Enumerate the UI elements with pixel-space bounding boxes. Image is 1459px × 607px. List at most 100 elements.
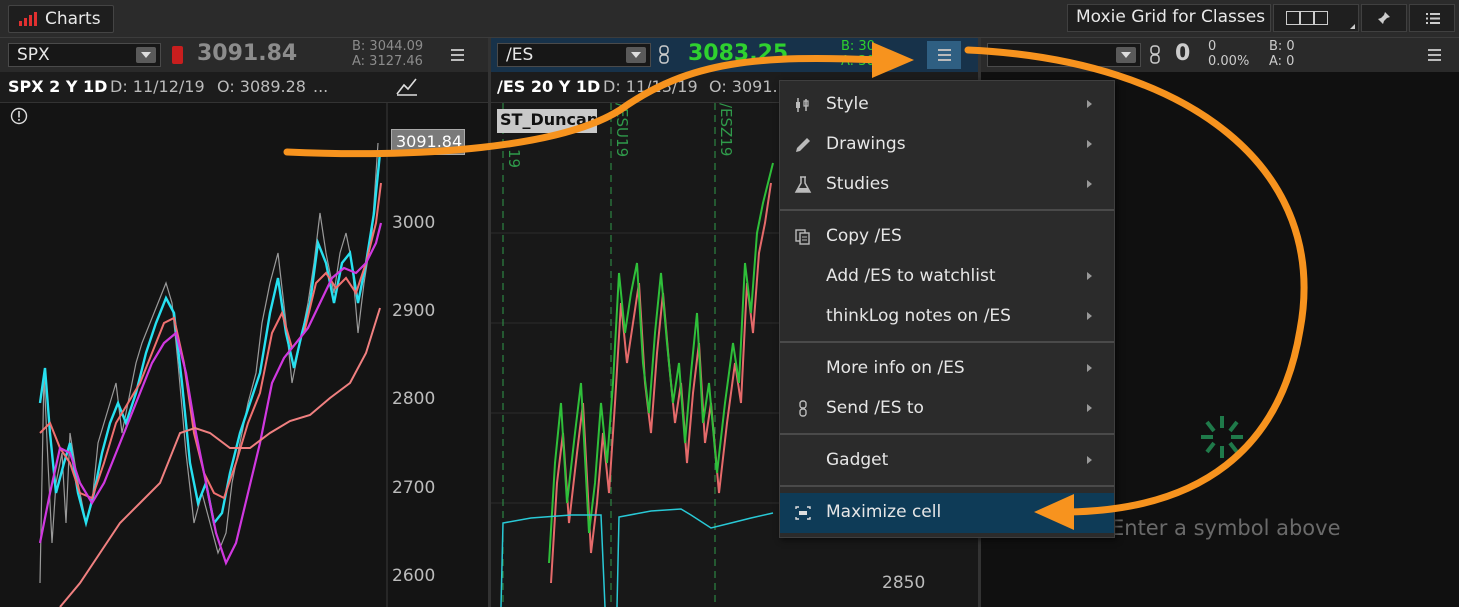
chevron-right-icon [1087,140,1092,148]
menu-list-icon [1426,13,1440,24]
charts-tab[interactable]: Charts [8,5,114,33]
cell3-last-price: 0 [1175,41,1191,66]
y-tick: 2850 [882,573,926,593]
cell3-bid: B: 0 [1269,39,1295,54]
flask-icon [794,176,812,193]
cell2-bid: B: 30 [841,39,875,54]
cell1-menu-button[interactable] [440,41,474,69]
cell1-last-price: 3091.84 [197,41,298,66]
menu-item-copy[interactable]: Copy /ES [780,217,1114,257]
cell1-bid: B: 3044.09 [352,39,424,54]
cell1-price-plot [38,103,388,607]
cell1-chart[interactable]: 3091.84 3000 2900 2800 2700 2600 [0,103,488,607]
menu-item-style[interactable]: Style [780,85,1114,125]
cell-context-menu: Style Drawings Studies Copy /ES Add /ES … [779,80,1115,538]
menu-item-maximize-cell[interactable]: Maximize cell [780,493,1114,533]
cell2-chart-title: /ES 20 Y 1D [497,77,601,96]
link-icon[interactable] [172,46,183,64]
menu-item-add-to-watchlist[interactable]: Add /ES to watchlist [780,257,1114,297]
chevron-right-icon [1087,272,1092,280]
y-tick: 2800 [392,389,436,409]
menu-item-label: Send /ES to [826,398,924,418]
chevron-down-icon[interactable] [626,47,646,63]
loading-spinner-icon [1201,416,1243,458]
cell3-empty-message: Enter a symbol above [1111,516,1341,540]
cell2-last-price: 3083.25 [688,41,789,66]
menu-item-label: Gadget [826,450,889,470]
y-tick: 2900 [392,301,436,321]
cell2-study-label-text: ST_Duncan [500,110,599,129]
cell1-header: SPX 3091.84 B: 3044.09 A: 3127.46 [0,38,488,72]
cell1-price-tag: 3091.84 [391,129,465,155]
cell1-symbol-input[interactable]: SPX [8,43,161,67]
menu-item-label: Studies [826,174,890,194]
cell1-price-tag-value: 3091.84 [396,132,463,151]
cell1-chart-title: SPX 2 Y 1D [8,77,108,96]
menu-item-label: Style [826,94,869,114]
cell3-ask: A: 0 [1269,54,1295,69]
top-toolbar: Charts Moxie Grid for Classes [0,0,1459,38]
chevron-right-icon [1087,456,1092,464]
menu-item-drawings[interactable]: Drawings [780,125,1114,165]
menu-item-thinklog-notes[interactable]: thinkLog notes on /ES [780,297,1114,337]
menu-item-studies[interactable]: Studies [780,165,1114,205]
cell2-ask: A: 30 [841,54,875,69]
link-icon[interactable] [1150,45,1160,65]
menu-item-label: Maximize cell [826,502,942,522]
cell1-ask: A: 3127.46 [352,54,423,69]
chevron-down-icon[interactable] [136,47,156,63]
cell2-header: /ES 3083.25 B: 30 A: 30 [491,38,978,72]
cell3-symbol-input[interactable] [987,43,1141,67]
menu-item-label: Add /ES to watchlist [826,266,996,286]
cell2-symbol-input[interactable]: /ES [497,43,651,67]
cell3-change-pct: 0.00% [1208,54,1250,69]
cell2-open: O: 3091. [709,77,778,96]
grid-menu-button[interactable] [1409,4,1455,32]
link-icon [799,400,807,417]
corner-arrow-icon [1350,24,1355,29]
chevron-right-icon [1087,100,1092,108]
y-tick: 3000 [392,213,436,233]
cell2-symbol: /ES [506,45,534,65]
chevron-down-icon[interactable] [1116,47,1136,63]
chevron-right-icon [1087,404,1092,412]
expiry-label: /ESU19 [613,103,631,158]
menu-item-label: thinkLog notes on /ES [826,306,1011,326]
bar-chart-icon [19,12,37,26]
y-tick: 2700 [392,478,436,498]
menu-item-send-to[interactable]: Send /ES to [780,389,1114,429]
chevron-right-icon [1087,364,1092,372]
chevron-right-icon [1087,312,1092,320]
chevron-right-icon [1087,180,1092,188]
cell3-header: 0 0 0.00% B: 0 A: 0 [981,38,1459,72]
menu-item-label: Drawings [826,134,906,154]
menu-separator [780,209,1114,211]
link-icon[interactable] [659,45,669,65]
cell2-date: D: 11/13/19 [603,77,698,96]
menu-separator [780,485,1114,487]
menu-item-label: More info on /ES [826,358,965,378]
menu-item-label: Copy /ES [826,226,902,246]
cell1-more[interactable]: ... [313,77,328,96]
chart-style-icon[interactable] [396,76,418,96]
cell2-study-label[interactable]: ST_Duncan [497,109,599,133]
grid-layout-icon [1286,11,1328,25]
grid-name-button[interactable]: Moxie Grid for Classes [1067,4,1271,32]
copy-icon [795,229,810,245]
cell1-date: D: 11/12/19 [110,77,205,96]
menu-item-more-info[interactable]: More info on /ES [780,349,1114,389]
cell2-menu-button[interactable] [927,41,961,69]
cell3-menu-button[interactable] [1417,41,1451,69]
cell1-symbol: SPX [17,45,50,65]
pencil-icon [796,138,810,152]
menu-item-gadget[interactable]: Gadget [780,441,1114,481]
menu-separator [780,433,1114,435]
style-icon [796,98,809,112]
expiry-label: 19 [505,149,523,169]
pin-button[interactable] [1361,4,1407,32]
cell1-chart-header: SPX 2 Y 1D D: 11/12/19 O: 3089.28 ... [0,72,488,103]
grid-layout-button[interactable] [1273,4,1359,32]
y-tick: 2600 [392,566,436,586]
maximize-icon [795,506,811,520]
grid-name-label: Moxie Grid for Classes [1076,7,1266,27]
